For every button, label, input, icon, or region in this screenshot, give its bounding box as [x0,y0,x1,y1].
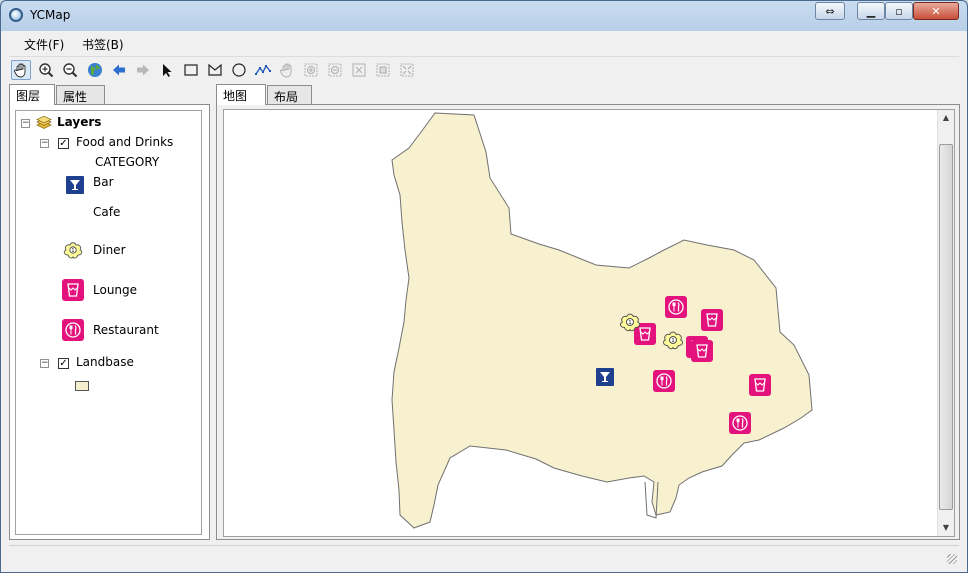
map-canvas[interactable]: 1 1 ▲ ▼ [223,109,955,537]
map-toolbar [9,58,959,82]
poi-restaurant-fork-knife-icon[interactable] [729,412,751,434]
svg-text:1: 1 [628,320,631,326]
poi-lounge-glass-icon[interactable] [691,340,713,362]
tab-map[interactable]: 地图 [216,84,266,105]
pan-disabled-icon[interactable] [277,60,297,80]
app-window: YCMap ⇔ ▁ ▫ ✕ 文件(F) 书签(B) 图层 属性 − Layers… [0,0,968,573]
poi-restaurant-fork-knife-icon[interactable] [665,296,687,318]
legend-label-lounge: Lounge [93,283,138,297]
landbase-polygon [391,112,813,529]
back-arrow-icon[interactable] [109,60,129,80]
poi-bar-cocktail-icon[interactable] [596,368,614,386]
zoom-in-icon[interactable] [36,60,56,80]
scroll-down-arrow-icon[interactable]: ▼ [938,520,954,536]
lounge-glass-icon [62,279,84,301]
globe-app-icon [9,8,23,22]
map-frame: 1 1 ▲ ▼ [216,104,960,540]
fixed-zoom-in-icon[interactable] [301,60,321,80]
full-extent-globe-icon[interactable] [85,60,105,80]
pan-hand-icon[interactable] [11,60,31,80]
rectangle-icon[interactable] [181,60,201,80]
tab-layout[interactable]: 布局 [267,85,312,104]
fixed-zoom-out-icon[interactable] [325,60,345,80]
zoom-out-icon[interactable] [60,60,80,80]
full-view-icon[interactable] [397,60,417,80]
legend-label-restaurant: Restaurant [93,323,159,337]
category-header: CATEGORY [95,155,160,169]
legend-label-diner: Diner [93,243,126,257]
scroll-up-arrow-icon[interactable]: ▲ [938,110,954,126]
menu-bookmarks[interactable]: 书签(B) [82,36,124,53]
forward-arrow-icon[interactable] [133,60,153,80]
zoom-selected-icon[interactable] [373,60,393,80]
svg-text:1: 1 [71,248,74,254]
tab-layers[interactable]: 图层 [9,84,55,105]
svg-text:1: 1 [671,338,674,344]
cocktail-icon [66,176,84,194]
status-bar [9,545,959,566]
scroll-thumb[interactable] [939,144,953,510]
select-pointer-icon[interactable] [157,60,177,80]
restore-toggle-button[interactable]: ⇔ [815,2,845,20]
collapse-landbase-icon[interactable]: − [40,359,49,368]
resize-grip-icon[interactable] [947,554,957,564]
poi-restaurant-fork-knife-icon[interactable] [653,370,675,392]
poi-lounge-glass-icon[interactable] [749,374,771,396]
fork-knife-icon [62,319,84,341]
collapse-food-icon[interactable]: − [40,139,49,148]
layers-panel: − Layers − ✓ Food and Drinks CATEGORY Ba… [9,104,210,540]
layer-tree: − Layers − ✓ Food and Drinks CATEGORY Ba… [15,110,202,535]
window-title: YCMap [30,8,71,22]
landbase-visibility-checkbox[interactable]: ✓ [58,358,69,369]
layers-stack-icon [36,116,52,129]
poi-diner-cloud-icon[interactable]: 1 [618,310,642,334]
tab-properties[interactable]: 属性 [56,85,105,104]
close-button[interactable]: ✕ [913,2,959,20]
poi-lounge-glass-icon[interactable] [701,309,723,331]
legend-label-bar: Bar [93,175,114,189]
map-vertical-scrollbar[interactable]: ▲ ▼ [937,110,954,536]
zoom-layer-icon[interactable] [349,60,369,80]
tree-root-label: Layers [57,115,102,129]
menu-file[interactable]: 文件(F) [24,36,64,53]
poi-diner-cloud-icon[interactable]: 1 [661,328,685,352]
polyline-icon[interactable] [253,60,273,80]
map-svg[interactable] [224,110,938,536]
title-bar[interactable]: YCMap ⇔ ▁ ▫ ✕ [1,1,967,31]
minimize-button[interactable]: ▁ [857,2,885,20]
menu-bar: 文件(F) 书签(B) [9,32,959,57]
diner-cloud-icon: 1 [63,242,83,259]
collapse-root-icon[interactable]: − [21,119,30,128]
maximize-button[interactable]: ▫ [885,2,913,20]
landbase-swatch [75,381,89,391]
landbase-layer-label: Landbase [76,355,134,369]
legend-label-cafe: Cafe [93,205,121,219]
circle-icon[interactable] [229,60,249,80]
food-visibility-checkbox[interactable]: ✓ [58,138,69,149]
polygon-icon[interactable] [205,60,225,80]
food-layer-label: Food and Drinks [76,135,174,149]
